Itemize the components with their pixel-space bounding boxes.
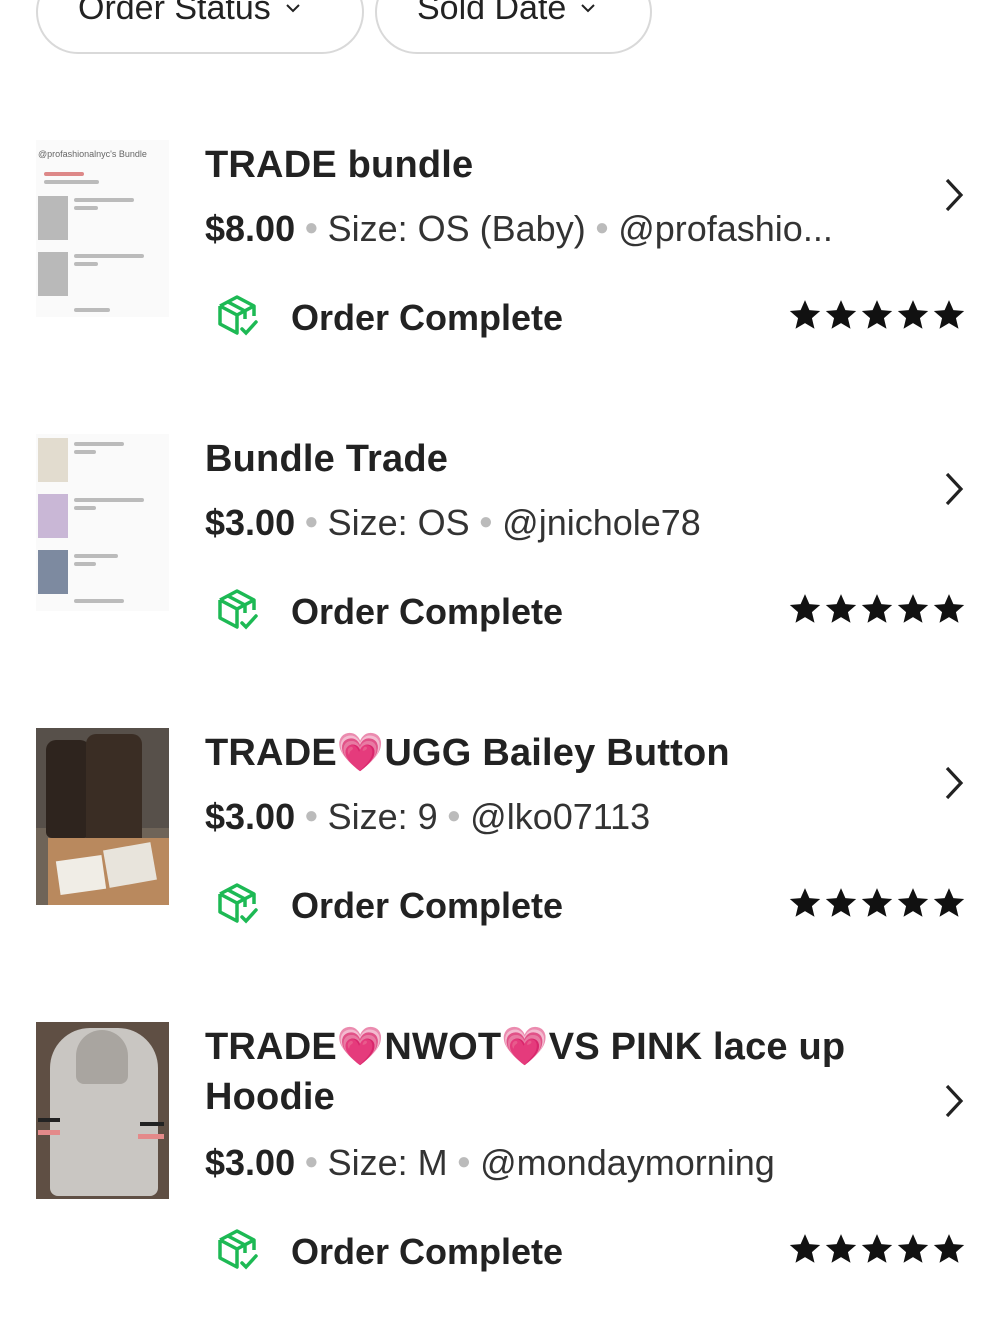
star-icon [789, 1234, 821, 1263]
chevron-right-icon[interactable] [940, 470, 968, 513]
order-seller: @profashio... [618, 208, 833, 249]
chevron-right-icon[interactable] [940, 1082, 968, 1125]
chevron-down-icon [285, 0, 301, 22]
star-icon [861, 300, 893, 329]
order-meta: $8.00 ● Size: OS (Baby) ● @profashio... [205, 208, 833, 249]
order-size: Size: OS [327, 502, 470, 543]
order-price: $3.00 [205, 796, 296, 837]
order-thumbnail [36, 434, 169, 611]
star-icon [897, 300, 929, 329]
order-status: Order Complete [215, 1226, 563, 1277]
order-size: Size: 9 [327, 796, 438, 837]
order-seller: @mondaymorning [480, 1142, 775, 1183]
rating-stars [788, 592, 966, 626]
order-status-label: Order Complete [291, 884, 564, 926]
star-icon [789, 594, 821, 623]
filter-bar: Order Status Sold Date [0, 0, 1000, 70]
order-seller: @jnichole78 [502, 502, 701, 543]
sold-date-filter[interactable]: Sold Date [375, 0, 652, 54]
order-size: Size: M [327, 1142, 448, 1183]
order-status: Order Complete [215, 880, 563, 931]
order-price: $3.00 [205, 502, 296, 543]
chevron-down-icon [580, 0, 596, 22]
order-status-label: Order Complete [291, 590, 564, 632]
order-thumbnail: @profashionalnyc's Bundle [36, 140, 169, 317]
star-icon [825, 888, 857, 917]
box-check-icon [215, 292, 261, 343]
box-check-icon [215, 880, 261, 931]
box-check-icon [215, 586, 261, 637]
star-icon [789, 888, 821, 917]
order-title: Bundle Trade [205, 438, 449, 480]
order-status-label: Order Complete [291, 296, 564, 338]
star-icon [825, 1234, 857, 1263]
rating-stars [788, 886, 966, 920]
order-meta: $3.00 ● Size: OS ● @jnichole78 [205, 502, 701, 543]
order-price: $3.00 [205, 1142, 296, 1183]
rating-stars [788, 298, 966, 332]
thumbnail-header: @profashionalnyc's Bundle [38, 149, 147, 159]
star-icon [825, 300, 857, 329]
order-status: Order Complete [215, 292, 563, 343]
chevron-right-icon[interactable] [940, 176, 968, 219]
rating-stars [788, 1232, 966, 1266]
order-thumbnail [36, 1022, 169, 1199]
order-size: Size: OS (Baby) [327, 208, 586, 249]
star-icon [933, 300, 965, 329]
order-status: Order Complete [215, 586, 563, 637]
order-price: $8.00 [205, 208, 296, 249]
order-status-label: Order Complete [291, 1230, 564, 1272]
chevron-right-icon[interactable] [940, 764, 968, 807]
star-icon [897, 888, 929, 917]
star-icon [897, 594, 929, 623]
star-icon [897, 1234, 929, 1263]
star-icon [861, 1234, 893, 1263]
star-icon [789, 300, 821, 329]
sold-date-filter-label: Sold Date [417, 0, 567, 27]
star-icon [933, 594, 965, 623]
order-status-filter[interactable]: Order Status [36, 0, 364, 54]
star-icon [933, 1234, 965, 1263]
order-title: TRADE💗UGG Bailey Button [205, 732, 730, 774]
order-title: TRADE💗NWOT💗VS PINK lace up Hoodie [205, 1026, 846, 1118]
star-icon [861, 594, 893, 623]
order-meta: $3.00 ● Size: M ● @mondaymorning [205, 1142, 775, 1183]
star-icon [933, 888, 965, 917]
order-status-filter-label: Order Status [78, 0, 271, 27]
box-check-icon [215, 1226, 261, 1277]
order-seller: @lko07113 [470, 796, 651, 837]
star-icon [825, 594, 857, 623]
order-thumbnail [36, 728, 169, 905]
order-title: TRADE bundle [205, 144, 474, 186]
order-meta: $3.00 ● Size: 9 ● @lko07113 [205, 796, 651, 837]
star-icon [861, 888, 893, 917]
